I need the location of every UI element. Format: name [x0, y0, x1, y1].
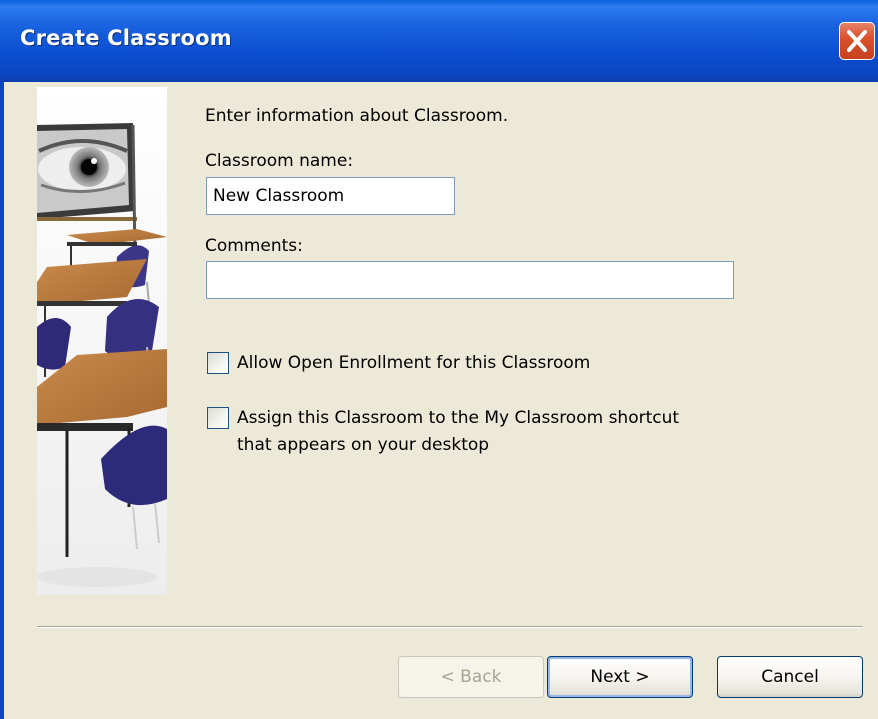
assign-shortcut-label-line2[interactable]: that appears on your desktop [237, 434, 489, 456]
assign-shortcut-label-line1[interactable]: Assign this Classroom to the My Classroo… [237, 407, 679, 429]
open-enrollment-checkbox[interactable] [207, 352, 229, 374]
classroom-name-label: Classroom name: [205, 151, 354, 171]
comments-label: Comments: [205, 236, 303, 256]
close-button[interactable] [839, 22, 875, 60]
footer-separator [37, 626, 863, 628]
classroom-name-input[interactable] [206, 177, 455, 215]
open-enrollment-label[interactable]: Allow Open Enrollment for this Classroom [237, 352, 590, 374]
title-bar[interactable]: Create Classroom [0, 0, 878, 82]
window-title: Create Classroom [20, 26, 232, 50]
next-button[interactable]: Next > [547, 656, 693, 698]
comments-input[interactable] [206, 261, 734, 299]
cancel-button[interactable]: Cancel [717, 656, 863, 698]
intro-text: Enter information about Classroom. [205, 106, 509, 126]
back-button[interactable]: < Back [398, 656, 544, 698]
classroom-illustration [37, 87, 167, 595]
close-icon [847, 30, 867, 52]
assign-shortcut-checkbox[interactable] [207, 407, 229, 429]
